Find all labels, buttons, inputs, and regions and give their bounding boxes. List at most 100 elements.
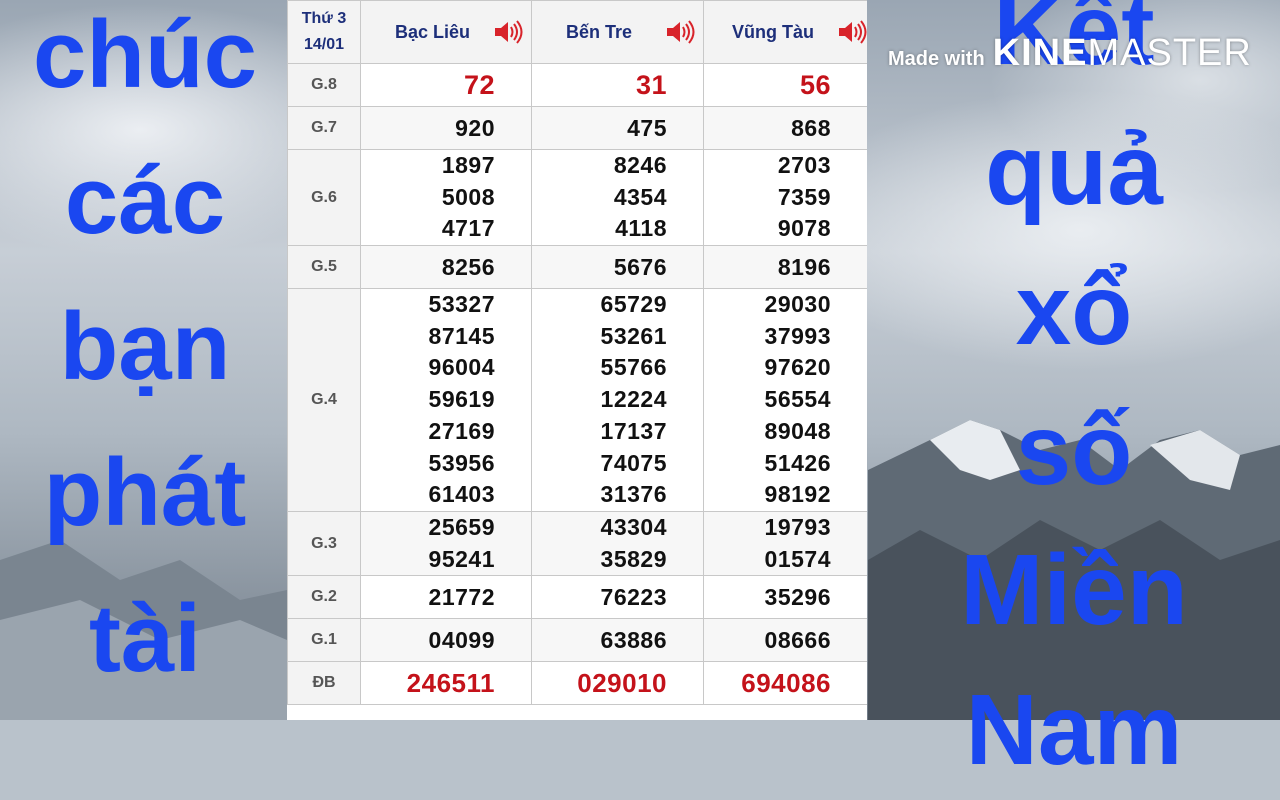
prize-value: 8196	[703, 245, 867, 290]
prize-value: 97620	[764, 354, 831, 381]
province-name: Vũng Tàu	[732, 21, 814, 42]
draw-date: Thứ 3 14/01	[287, 0, 361, 64]
prize-value: 12224	[600, 386, 667, 413]
right-banner-line: quả	[985, 114, 1163, 226]
watermark-brand: KINEMASTER	[993, 32, 1252, 75]
prize-row-g2: G.2 21772 76223 35296	[287, 575, 867, 620]
right-banner-line: Miền	[960, 534, 1188, 646]
prize-value: 89048	[764, 417, 831, 444]
prize-label: ĐB	[287, 661, 361, 706]
prize-value: 920	[360, 106, 532, 150]
left-banner-line: bạn	[59, 293, 231, 400]
prize-value: 37993	[764, 322, 831, 349]
prize-value: 61403	[428, 481, 495, 508]
right-banner-line: xổ	[1015, 254, 1133, 366]
prize-value: 74075	[600, 449, 667, 476]
prize-value: 04099	[360, 618, 532, 663]
speaker-icon[interactable]	[493, 19, 523, 45]
prize-value: 475	[531, 106, 704, 150]
table-header-row: Thứ 3 14/01 Bạc Liêu Bến Tre Vũng Tàu	[287, 0, 867, 64]
prize-label: G.3	[287, 510, 361, 577]
prize-value: 08666	[703, 618, 867, 663]
prize-value: 43304	[600, 513, 667, 540]
prize-value: 31	[531, 63, 704, 107]
right-banner-line: số	[1015, 394, 1133, 506]
prize-value: 98192	[764, 481, 831, 508]
prize-value: 56	[703, 63, 867, 107]
province-name: Bạc Liêu	[395, 21, 471, 42]
prize-values: 43304 35829	[531, 510, 704, 577]
prize-row-g1: G.1 04099 63886 08666	[287, 618, 867, 663]
prize-value: 96004	[428, 354, 495, 381]
prize-value: 8246	[613, 152, 667, 178]
prize-value: 63886	[531, 618, 704, 663]
prize-value: 5008	[441, 183, 495, 210]
prize-label: G.1	[287, 618, 361, 663]
prize-value: 35296	[703, 575, 867, 620]
prize-value: 17137	[600, 417, 667, 444]
prize-value: 55766	[600, 354, 667, 381]
left-banner: chúc các bạn phát tài	[0, 0, 290, 712]
speaker-icon[interactable]	[837, 19, 867, 45]
draw-day: 14/01	[303, 36, 345, 53]
prize-row-g3: G.3 25659 95241 43304 35829 19793 01574	[287, 510, 867, 577]
prize-values: 2703 7359 9078	[703, 148, 867, 247]
prize-values: 65729 53261 55766 12224 17137 74075 3137…	[531, 288, 704, 512]
prize-value: 9078	[777, 215, 831, 242]
watermark-brand-a: KINE	[992, 32, 1088, 74]
prize-value: 53956	[428, 449, 495, 476]
left-banner-line: phát	[43, 439, 247, 546]
prize-value: 72	[360, 63, 532, 107]
right-banner-line: Nam	[965, 674, 1183, 786]
prize-value: 65729	[600, 291, 667, 318]
kinemaster-watermark: Made with KINEMASTER	[888, 32, 1252, 75]
prize-row-g6: G.6 1897 5008 4717 8246 4354 4118 2703 7…	[287, 148, 867, 247]
prize-value: 56554	[764, 386, 831, 413]
prize-row-g8: G.8 72 31 56	[287, 63, 867, 107]
watermark-brand-b: MASTER	[1087, 32, 1252, 74]
prize-value: 4717	[441, 215, 495, 242]
prize-value: 2703	[777, 152, 831, 178]
prize-value: 1897	[441, 152, 495, 178]
prize-value: 31376	[600, 481, 667, 508]
prize-value: 87145	[428, 322, 495, 349]
prize-value: 53327	[428, 291, 495, 318]
speaker-icon[interactable]	[665, 19, 695, 45]
province-header: Vũng Tàu	[703, 0, 867, 64]
right-banner: Kết quả xổ số Miền Nam	[868, 0, 1280, 800]
left-banner-line: các	[64, 147, 226, 254]
prize-values: 53327 87145 96004 59619 27169 53956 6140…	[360, 288, 532, 512]
special-prize-value: 246511	[360, 661, 532, 706]
prize-value: 59619	[428, 386, 495, 413]
province-header: Bạc Liêu	[360, 0, 532, 64]
prize-label: G.6	[287, 148, 361, 247]
prize-value: 7359	[777, 183, 831, 210]
prize-value: 51426	[764, 449, 831, 476]
left-banner-line: chúc	[32, 1, 258, 108]
prize-label: G.7	[287, 106, 361, 150]
prize-value: 8256	[360, 245, 532, 290]
prize-value: 25659	[428, 513, 495, 540]
special-prize-value: 694086	[703, 661, 867, 706]
province-header: Bến Tre	[531, 0, 704, 64]
prize-value: 35829	[600, 545, 667, 572]
watermark-made-with: Made with	[888, 48, 985, 70]
prize-value: 5676	[531, 245, 704, 290]
prize-value: 19793	[764, 513, 831, 540]
left-banner-line: tài	[88, 585, 202, 692]
prize-value: 21772	[360, 575, 532, 620]
prize-values: 19793 01574	[703, 510, 867, 577]
draw-weekday: Thứ 3	[301, 10, 347, 27]
prize-label: G.4	[287, 288, 361, 512]
prize-value: 53261	[600, 322, 667, 349]
prize-values: 25659 95241	[360, 510, 532, 577]
prize-value: 76223	[531, 575, 704, 620]
prize-label: G.2	[287, 575, 361, 620]
prize-label: G.8	[287, 63, 361, 107]
prize-row-g4: G.4 53327 87145 96004 59619 27169 53956 …	[287, 288, 867, 512]
prize-value: 27169	[428, 417, 495, 444]
special-prize-value: 029010	[531, 661, 704, 706]
prize-label: G.5	[287, 245, 361, 290]
prize-row-g5: G.5 8256 5676 8196	[287, 245, 867, 290]
prize-value: 4118	[615, 215, 667, 242]
